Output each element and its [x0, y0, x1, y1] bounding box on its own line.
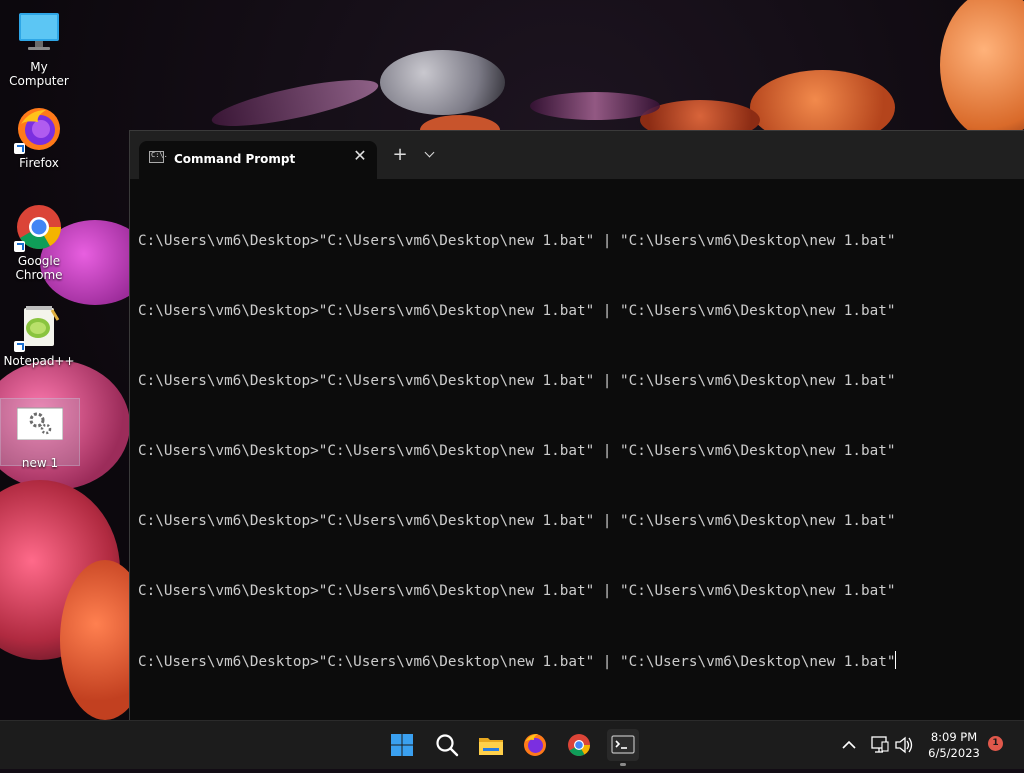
clock-button[interactable]: 8:09 PM 6/5/2023 [918, 729, 990, 761]
firefox-icon [524, 734, 546, 756]
console-line: C:\Users\vm6\Desktop>"C:\Users\vm6\Deskt… [138, 233, 896, 249]
clock-date: 6/5/2023 [928, 746, 980, 760]
terminal-window[interactable]: C:\. Command Prompt ✕ + C:\Users\vm6\Des… [129, 130, 1024, 721]
tab-dropdown-button[interactable] [419, 144, 441, 166]
firefox-icon [14, 106, 62, 154]
desktop-icon-notepad-plus-plus[interactable]: Notepad++ [0, 304, 78, 368]
tab-title: Command Prompt [174, 152, 296, 166]
volume-icon [895, 736, 913, 754]
file-explorer-icon [479, 738, 503, 755]
new-tab-button[interactable]: + [389, 144, 411, 166]
desktop-icon-new-1[interactable]: new 1 [0, 398, 80, 470]
terminal-titlebar[interactable]: C:\. Command Prompt ✕ + [130, 131, 1024, 179]
search-button[interactable] [431, 729, 463, 761]
console-output[interactable]: C:\Users\vm6\Desktop>"C:\Users\vm6\Deskt… [138, 199, 1024, 721]
chrome-taskbar-button[interactable] [563, 729, 595, 761]
console-line-current: C:\Users\vm6\Desktop>"C:\Users\vm6\Deskt… [138, 651, 1024, 689]
console-line: C:\Users\vm6\Desktop>"C:\Users\vm6\Deskt… [138, 583, 896, 599]
desktop-icon-google-chrome[interactable]: Google Chrome [0, 204, 78, 282]
console-line: C:\Users\vm6\Desktop>"C:\Users\vm6\Deskt… [138, 373, 896, 389]
terminal-taskbar-button[interactable] [607, 729, 639, 766]
console-line: C:\Users\vm6\Desktop>"C:\Users\vm6\Deskt… [138, 303, 896, 319]
shortcut-arrow-icon [14, 143, 25, 154]
terminal-icon [611, 735, 635, 754]
batch-file-icon [16, 406, 64, 452]
tab-command-prompt[interactable]: C:\. Command Prompt ✕ [139, 141, 377, 179]
command-prompt-icon: C:\. [149, 151, 168, 163]
desktop-icon-label: new 1 [21, 456, 59, 470]
desktop-icon-label: Google Chrome [15, 254, 63, 282]
show-hidden-icons-button[interactable] [838, 721, 860, 769]
console-line: C:\Users\vm6\Desktop>"C:\Users\vm6\Deskt… [138, 443, 896, 459]
notification-badge[interactable]: 1 [988, 736, 1003, 751]
desktop-icon-label: Firefox [19, 156, 59, 170]
start-button[interactable] [386, 729, 418, 761]
desktop-icon-firefox[interactable]: Firefox [0, 106, 78, 170]
search-icon [436, 734, 459, 757]
notepadpp-icon [14, 304, 62, 352]
console-line: C:\Users\vm6\Desktop>"C:\Users\vm6\Deskt… [138, 513, 896, 529]
chevron-up-icon [842, 740, 856, 749]
chrome-icon [568, 734, 590, 756]
volume-button[interactable] [893, 721, 915, 769]
console-line-text: C:\Users\vm6\Desktop>"C:\Users\vm6\Deskt… [138, 654, 896, 670]
file-explorer-button[interactable] [475, 729, 507, 761]
close-tab-button[interactable]: ✕ [351, 147, 369, 165]
text-cursor [895, 651, 897, 669]
shortcut-arrow-icon [14, 341, 25, 352]
network-icon [871, 736, 889, 753]
firefox-taskbar-button[interactable] [519, 729, 551, 761]
shortcut-arrow-icon [14, 241, 25, 252]
network-button[interactable] [868, 721, 892, 769]
monitor-icon [16, 10, 62, 56]
desktop-icon-label: Notepad++ [3, 354, 75, 368]
taskbar: 8:09 PM 6/5/2023 [0, 720, 1024, 769]
desktop-icon-my-computer[interactable]: My Computer [0, 10, 78, 88]
chrome-icon [14, 204, 62, 252]
desktop-icon-label: My Computer [9, 60, 69, 88]
clock-time: 8:09 PM [930, 730, 978, 744]
start-icon [391, 734, 413, 756]
